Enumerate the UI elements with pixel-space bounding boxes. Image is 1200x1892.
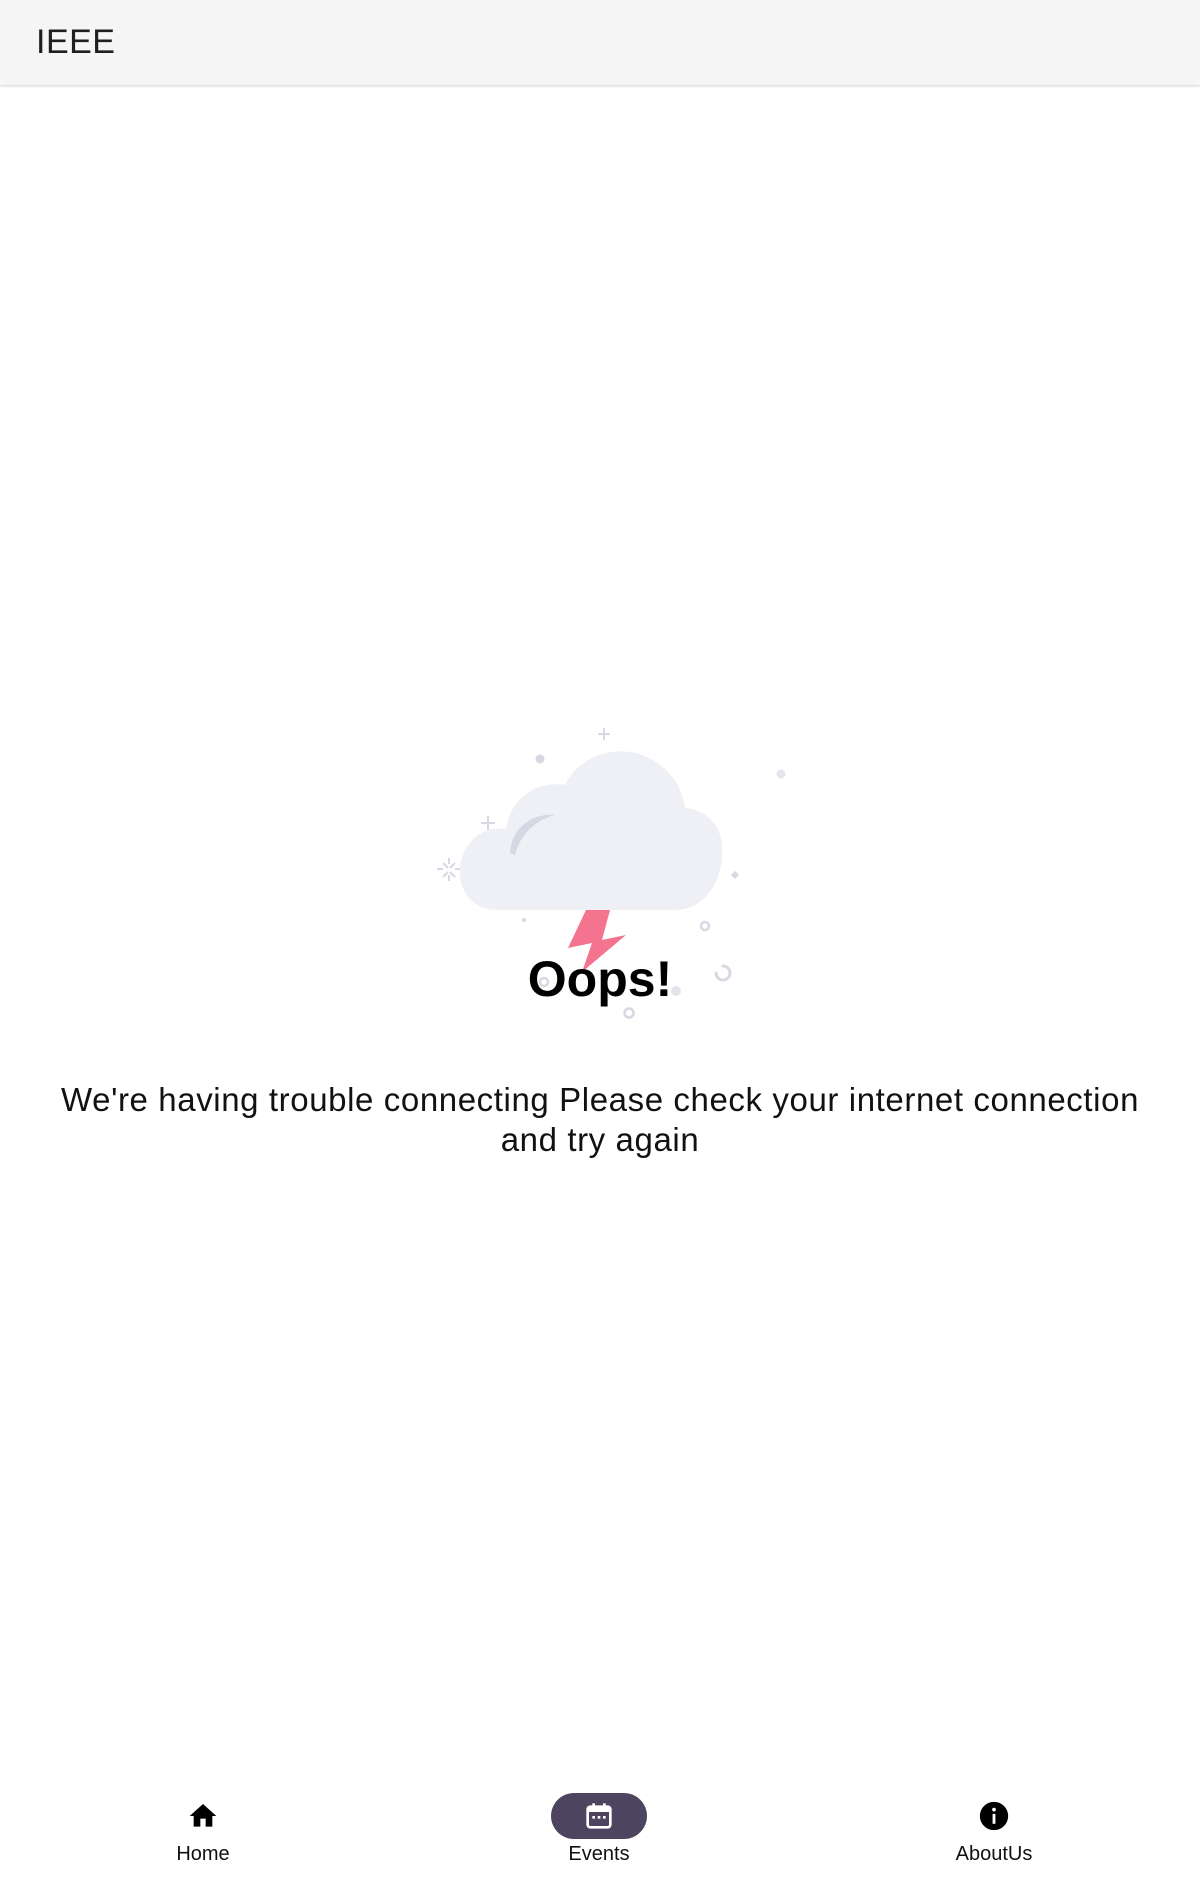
info-icon (979, 1801, 1009, 1831)
app-bar: IEEE (0, 0, 1200, 85)
nav-events-indicator (551, 1793, 647, 1839)
nav-events[interactable]: Events (499, 1793, 699, 1883)
nav-home-indicator (155, 1793, 251, 1839)
nav-aboutus-indicator (946, 1793, 1042, 1839)
home-icon (189, 1804, 217, 1827)
app-title: IEEE (36, 23, 116, 61)
nav-home[interactable]: Home (103, 1793, 303, 1883)
calendar-icon (586, 1803, 612, 1829)
error-content: Oops! We're having trouble connecting Pl… (0, 85, 1200, 1775)
cloud-shape (459, 751, 723, 910)
bottom-navigation: Home Events AboutUs (0, 1775, 1200, 1892)
error-heading: Oops! (527, 951, 673, 1007)
error-message: We're having trouble connecting Please c… (60, 1081, 1140, 1158)
app-root: IEEE Oops! We're having trouble connecti… (0, 0, 1200, 1892)
nav-home-label: Home (176, 1843, 230, 1865)
nav-aboutus[interactable]: AboutUs (894, 1793, 1094, 1883)
nav-aboutus-label: AboutUs (955, 1843, 1033, 1865)
nav-events-label: Events (568, 1843, 630, 1865)
